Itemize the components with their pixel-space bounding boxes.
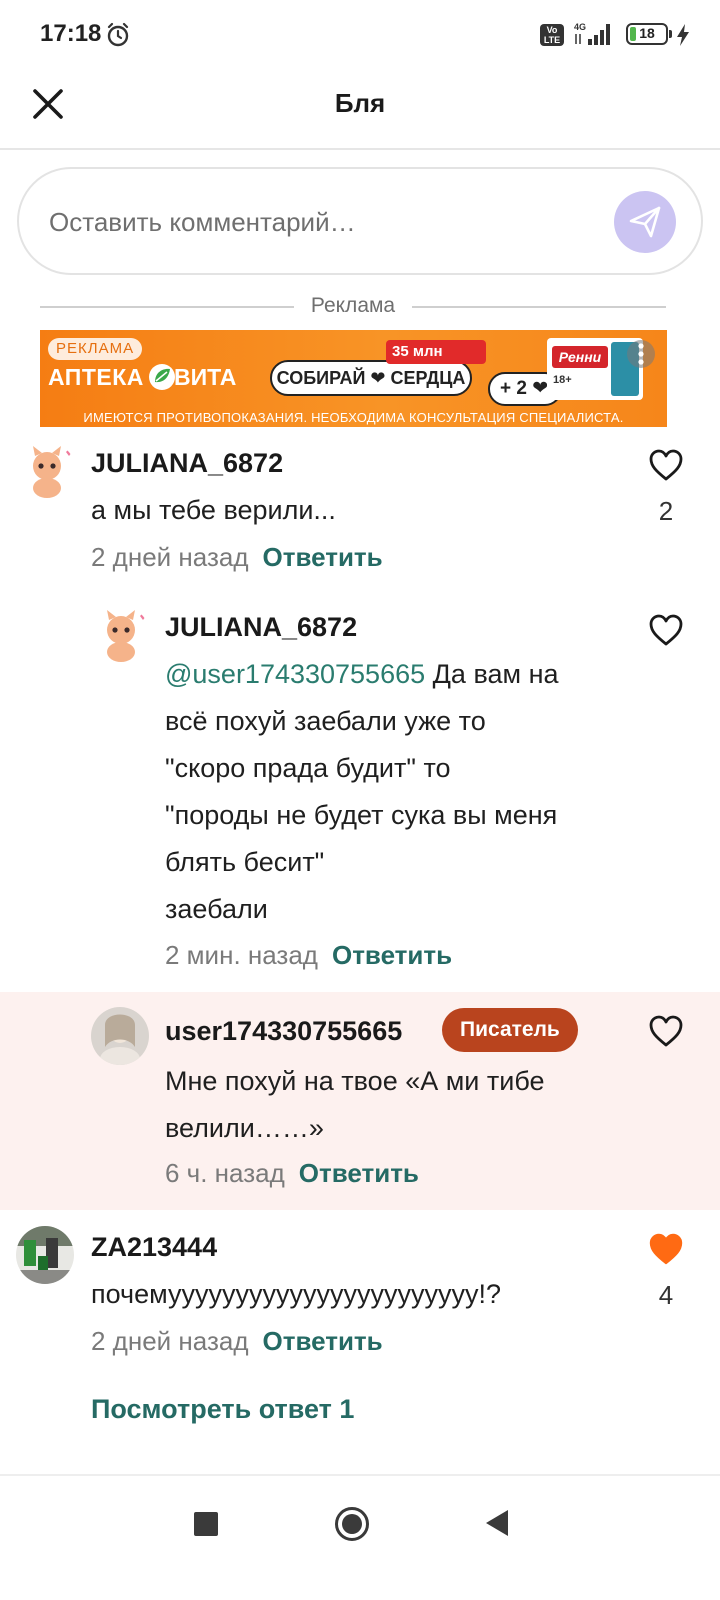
leaf-logo-icon xyxy=(149,364,175,390)
charging-icon xyxy=(677,24,689,46)
avatar[interactable] xyxy=(16,1226,74,1284)
text-line: "породы не будет сука вы меня xyxy=(165,800,558,830)
divider-line xyxy=(412,306,666,308)
text-line: блять бесит" xyxy=(165,847,325,877)
comment-text: почемууууууууууууууууууууууу!? xyxy=(91,1279,502,1309)
ad-brand-right: ВИТА xyxy=(174,364,237,390)
comment-meta: 2 дней назад Ответить xyxy=(91,1326,383,1357)
like-count: 2 xyxy=(658,496,674,526)
send-button[interactable] xyxy=(614,191,676,253)
like-count: 4 xyxy=(658,1280,674,1310)
ad-divider: Реклама xyxy=(40,290,666,324)
battery-level: 18 xyxy=(639,25,655,41)
comment-time: 2 дней назад xyxy=(91,542,249,572)
battery-tip xyxy=(669,30,672,38)
status-bar: 17:18 Vo LTE 4G 18 xyxy=(0,0,720,70)
heart-outline-icon[interactable] xyxy=(648,448,684,482)
text-line: Да вам на xyxy=(425,659,559,689)
comment-username[interactable]: user174330755665 xyxy=(165,1016,402,1047)
signal-icon: 4G xyxy=(574,22,610,45)
comment-meta: 6 ч. назад Ответить xyxy=(165,1158,419,1189)
network-type: 4G xyxy=(574,22,586,32)
comment-time: 2 мин. назад xyxy=(165,940,318,970)
status-time: 17:18 xyxy=(40,20,102,47)
mention-link[interactable]: @user174330755665 xyxy=(165,659,425,689)
avatar[interactable] xyxy=(91,1007,149,1065)
ad-promo: 35 млн xyxy=(386,340,486,364)
reply-button[interactable]: Ответить xyxy=(263,1326,383,1356)
page-title: Бля xyxy=(334,88,386,118)
ad-product-name: Ренни xyxy=(552,346,608,368)
alarm-icon xyxy=(107,22,129,47)
view-replies-button[interactable]: Посмотреть ответ 1 xyxy=(91,1394,354,1425)
ad-brand-left: АПТЕКА xyxy=(48,364,144,390)
comment-meta: 2 мин. назад Ответить xyxy=(165,940,452,971)
ad-age-label: 18+ xyxy=(553,374,572,386)
heart-filled-icon[interactable] xyxy=(648,1232,684,1266)
comment-username[interactable]: JULIANA_6872 xyxy=(91,448,283,479)
text-line: велили……» xyxy=(165,1113,324,1143)
comment-input-box[interactable] xyxy=(17,167,703,275)
avatar[interactable] xyxy=(92,606,150,664)
comment-username[interactable]: ZA213444 xyxy=(91,1232,217,1263)
back-button-icon[interactable] xyxy=(484,1508,510,1538)
text-line: "скоро прада будит" то xyxy=(165,753,451,783)
comment-time: 6 ч. назад xyxy=(165,1158,285,1188)
heart-outline-icon[interactable] xyxy=(648,613,684,647)
reply-button[interactable]: Ответить xyxy=(263,542,383,572)
ad-badge: РЕКЛАМА xyxy=(48,338,143,360)
header: Бля xyxy=(0,70,720,150)
system-nav-bar xyxy=(0,1474,720,1600)
comment-username[interactable]: JULIANA_6872 xyxy=(165,612,357,643)
comment-text: а мы тебе верили... xyxy=(91,495,336,525)
reply-button[interactable]: Ответить xyxy=(299,1158,419,1188)
reply-button[interactable]: Ответить xyxy=(332,940,452,970)
heart-outline-icon[interactable] xyxy=(648,1014,684,1048)
comment-text: Мне похуй на твое «А ми тибе велили……» xyxy=(165,1058,635,1152)
recent-apps-button[interactable] xyxy=(194,1512,218,1536)
ad-collect-label: СОБИРАЙ ❤ СЕРДЦА xyxy=(270,360,472,396)
battery-icon: 18 xyxy=(626,23,668,45)
comment-item: ZA213444 почемууууууууууууууууууууууу!? … xyxy=(0,1224,720,1384)
more-vertical-icon[interactable] xyxy=(626,334,656,374)
comment-item: JULIANA_6872 а мы тебе верили... 2 дней … xyxy=(0,440,720,590)
volte-icon: Vo LTE xyxy=(540,24,564,46)
comment-text: @user174330755665 Да вам на всё похуй за… xyxy=(165,651,635,933)
text-line: заебали xyxy=(165,894,268,924)
reply-item-highlighted: user174330755665 Писатель Мне похуй на т… xyxy=(0,992,720,1210)
avatar[interactable] xyxy=(18,442,76,500)
writer-badge: Писатель xyxy=(442,1008,578,1052)
text-line: Мне похуй на твое «А ми тибе xyxy=(165,1066,545,1096)
comment-time: 2 дней назад xyxy=(91,1326,249,1356)
reply-item: JULIANA_6872 @user174330755665 Да вам на… xyxy=(0,600,720,990)
ad-banner[interactable]: РЕКЛАМА АПТЕКА ВИТА СОБИРАЙ ❤ СЕРДЦА 35 … xyxy=(40,330,667,427)
comment-meta: 2 дней назад Ответить xyxy=(91,542,383,573)
ad-disclaimer: ИМЕЮТСЯ ПРОТИВОПОКАЗАНИЯ. НЕОБХОДИМА КОН… xyxy=(83,410,624,425)
send-icon xyxy=(629,206,661,238)
home-button-icon[interactable] xyxy=(334,1506,370,1542)
text-line: всё похуй заебали уже то xyxy=(165,706,486,736)
comment-input[interactable] xyxy=(49,199,609,245)
